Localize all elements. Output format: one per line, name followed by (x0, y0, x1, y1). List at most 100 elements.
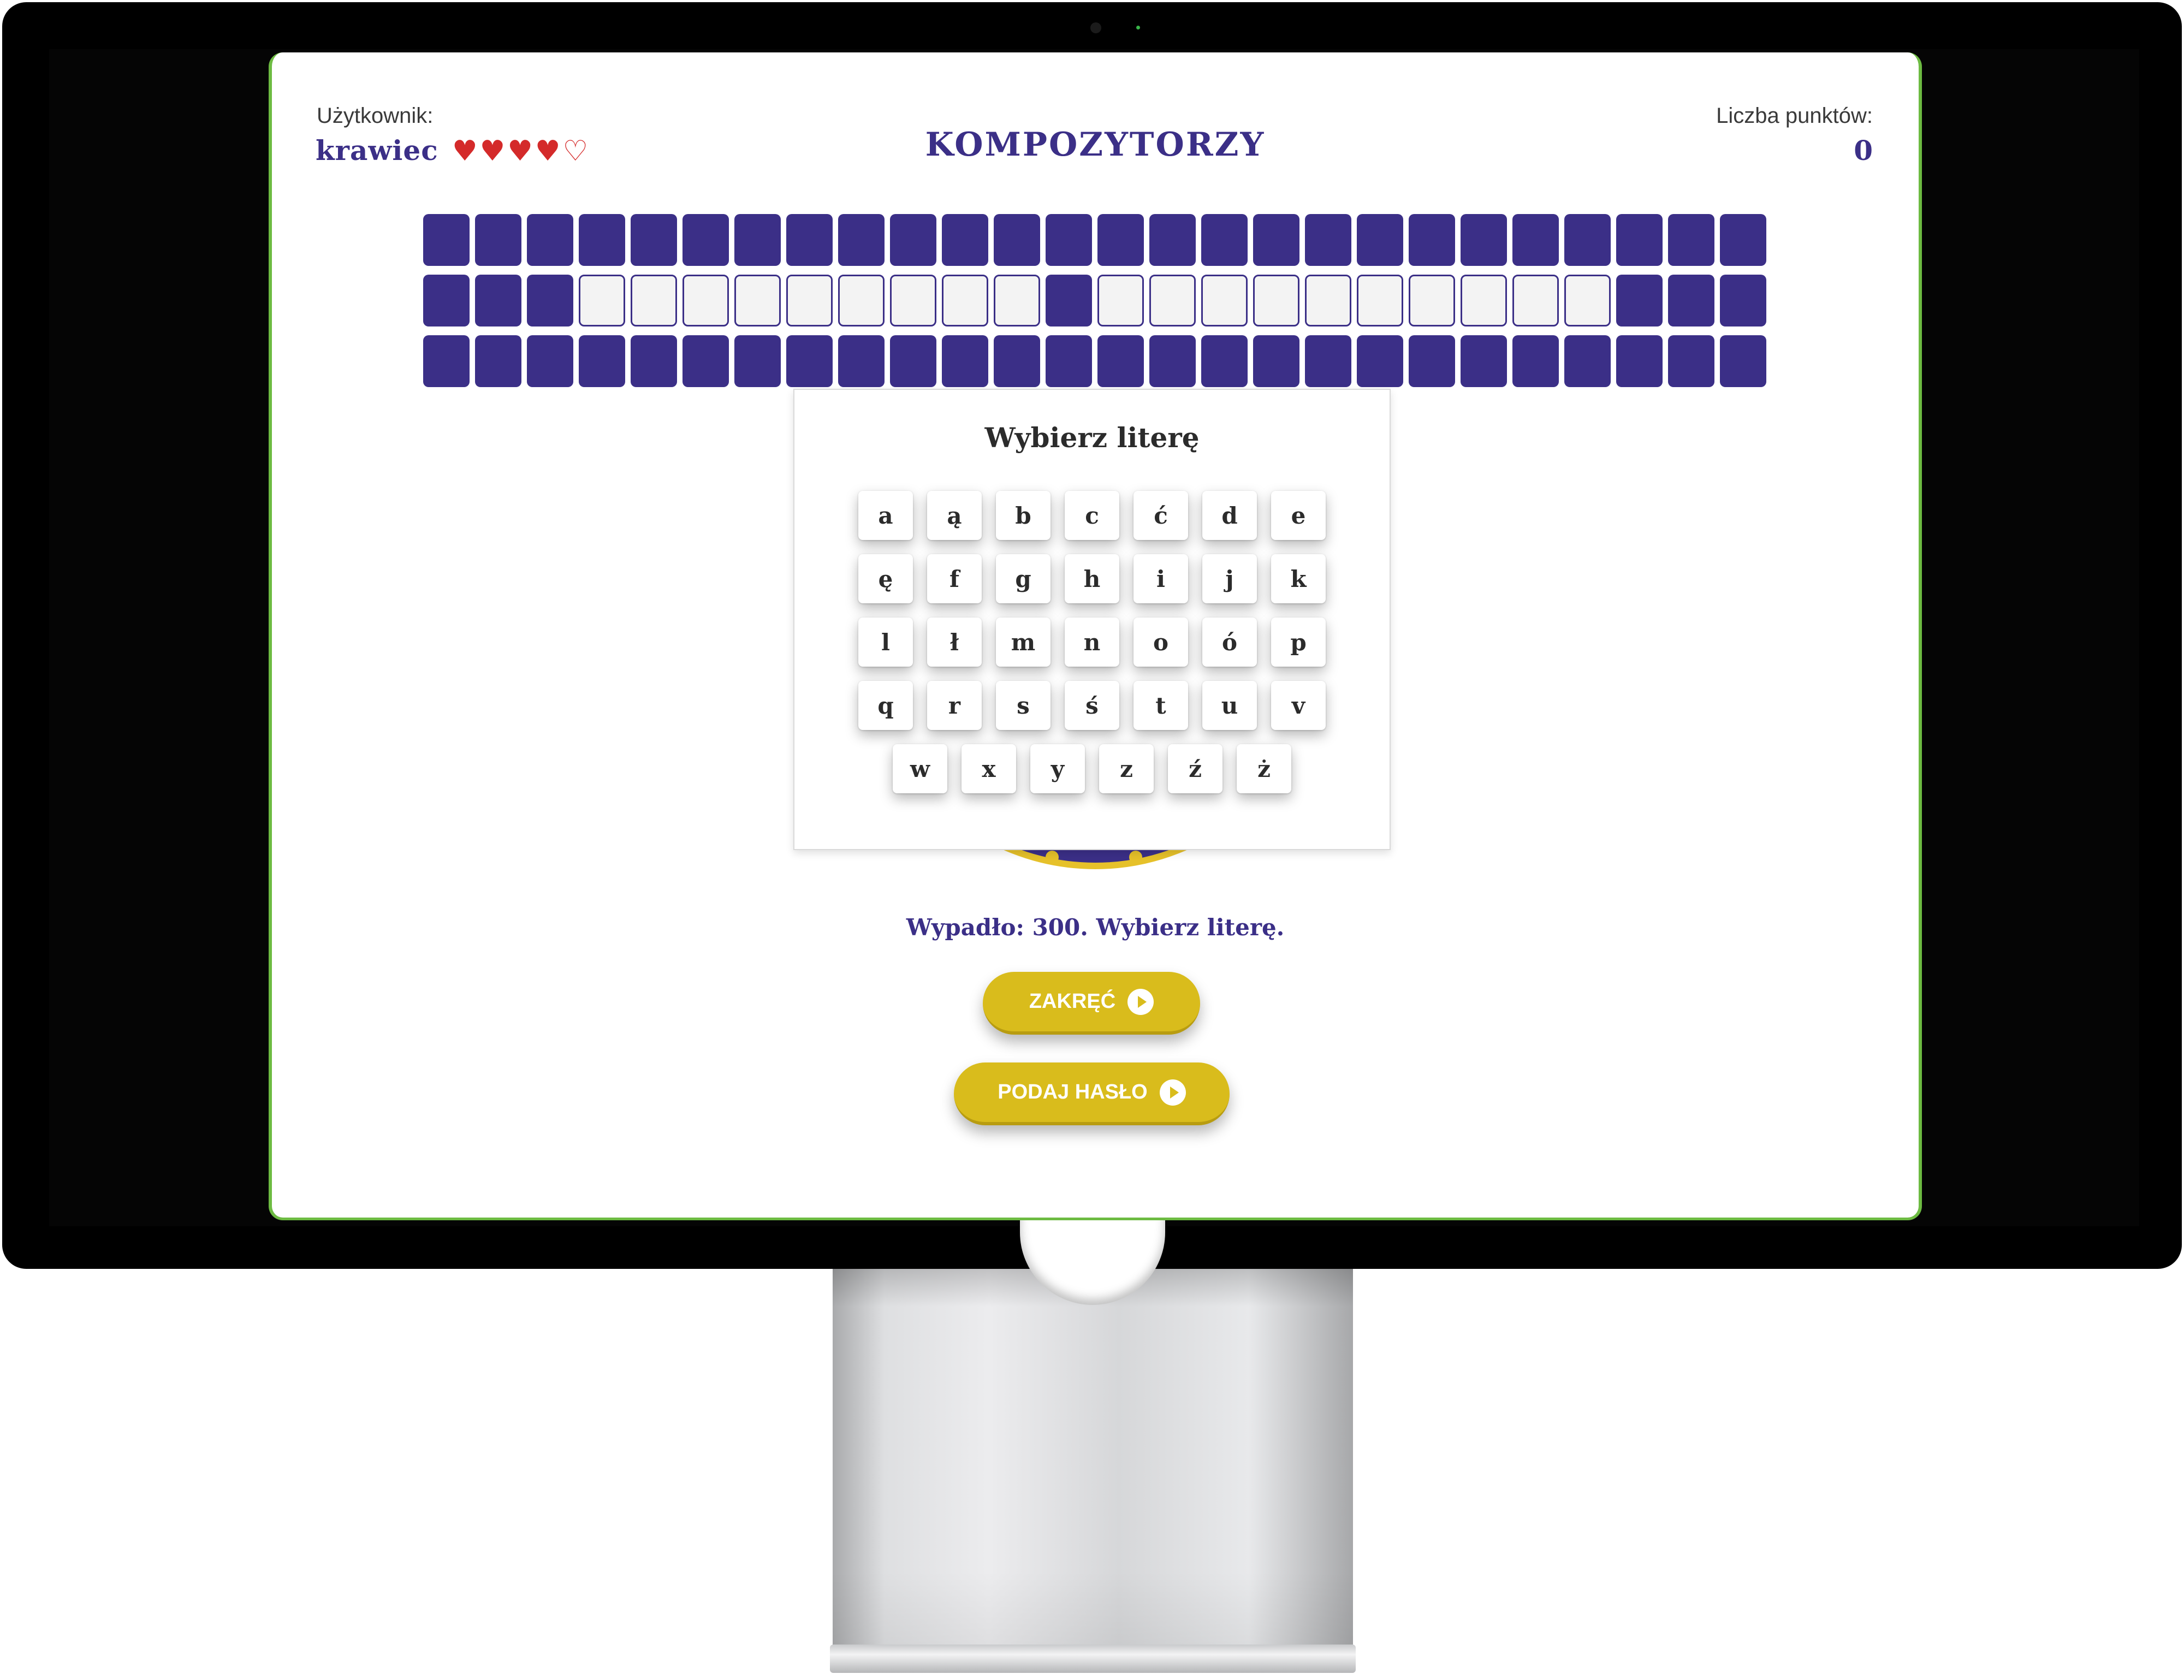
stage: Użytkownik: krawiec ♥ ♥ ♥ ♥ ♡ KOMPOZYTORZY L… (0, 0, 2184, 1680)
blank-tile (1720, 275, 1766, 326)
letter-key[interactable]: k (1271, 554, 1326, 603)
letter-key[interactable]: t (1133, 681, 1188, 730)
blank-tile (786, 335, 833, 387)
letter-tile (579, 275, 625, 326)
letter-key[interactable]: o (1133, 618, 1188, 667)
letter-key[interactable]: ó (1202, 618, 1257, 667)
blank-tile (838, 335, 885, 387)
letter-key[interactable]: c (1065, 491, 1119, 540)
blank-tile (1046, 275, 1092, 326)
letter-key[interactable]: q (858, 681, 913, 730)
letter-tile (1097, 275, 1144, 326)
blank-tile (1046, 335, 1092, 387)
wheel-peg (1046, 851, 1059, 864)
puzzle-board (423, 214, 1766, 387)
letter-key[interactable]: v (1271, 681, 1326, 730)
letter-key[interactable]: e (1271, 491, 1326, 540)
letter-key[interactable]: ź (1168, 744, 1222, 793)
blank-tile (1253, 214, 1299, 266)
blank-tile (942, 214, 988, 266)
wheel-peg (1129, 851, 1142, 864)
blank-tile (1357, 335, 1403, 387)
blank-tile (682, 335, 729, 387)
blank-tile (734, 214, 781, 266)
letter-key[interactable]: x (962, 744, 1016, 793)
blank-tile (631, 335, 677, 387)
letter-key[interactable]: h (1065, 554, 1119, 603)
letter-key[interactable]: g (996, 554, 1051, 603)
blank-tile (579, 214, 625, 266)
letter-key[interactable]: l (858, 618, 913, 667)
blank-tile (1461, 335, 1507, 387)
letter-tile (1409, 275, 1455, 326)
letter-key[interactable]: ę (858, 554, 913, 603)
letter-tile (1253, 275, 1299, 326)
letter-key[interactable]: z (1099, 744, 1154, 793)
blank-tile (890, 335, 936, 387)
blank-tile (1253, 335, 1299, 387)
blank-tile (1668, 275, 1714, 326)
points-value: 0 (1854, 134, 1873, 167)
blank-tile (942, 335, 988, 387)
blank-tile (1616, 214, 1663, 266)
letter-row: wxyzźż (794, 744, 1390, 793)
monitor-stand-shade (833, 1269, 1353, 1647)
letter-tile (1149, 275, 1196, 326)
letter-key[interactable]: i (1133, 554, 1188, 603)
blank-tile (423, 214, 470, 266)
letter-key[interactable]: f (927, 554, 982, 603)
blank-tile (786, 214, 833, 266)
blank-tile (1409, 335, 1455, 387)
spin-button[interactable]: ZAKRĘĆ (983, 972, 1200, 1035)
category-title: KOMPOZYTORZY (925, 126, 1266, 164)
blank-tile (423, 335, 470, 387)
blank-tile (475, 214, 521, 266)
points-label: Liczba punktów: (1716, 104, 1873, 128)
blank-tile (838, 214, 885, 266)
letter-row: ęfghijk (794, 554, 1390, 603)
camera-led-icon (1136, 26, 1140, 29)
letter-key[interactable]: d (1202, 491, 1257, 540)
letter-key[interactable]: b (996, 491, 1051, 540)
letter-key[interactable]: ł (927, 618, 982, 667)
letter-key[interactable]: a (858, 491, 913, 540)
play-circle-icon (1159, 1079, 1186, 1106)
blank-tile (1357, 214, 1403, 266)
blank-tile (1512, 214, 1559, 266)
blank-tile (1097, 335, 1144, 387)
letter-tile (942, 275, 988, 326)
blank-tile (1668, 214, 1714, 266)
play-circle-icon (1127, 988, 1154, 1015)
blank-tile (1461, 214, 1507, 266)
blank-tile (1201, 214, 1248, 266)
blank-tile (1720, 335, 1766, 387)
blank-tile (527, 335, 573, 387)
letter-tile (786, 275, 833, 326)
blank-tile (734, 335, 781, 387)
letter-row: aąbcćde (794, 491, 1390, 540)
letter-tile (1461, 275, 1507, 326)
letter-key[interactable]: ż (1237, 744, 1291, 793)
letter-key[interactable]: w (893, 744, 947, 793)
guess-phrase-button[interactable]: PODAJ HASŁO (954, 1062, 1230, 1125)
letter-key[interactable]: r (927, 681, 982, 730)
user-label: Użytkownik: (317, 104, 434, 128)
letter-tile (734, 275, 781, 326)
blank-tile (1409, 214, 1455, 266)
letter-key[interactable]: u (1202, 681, 1257, 730)
letter-tile (994, 275, 1040, 326)
blank-tile (579, 335, 625, 387)
blank-tile (890, 214, 936, 266)
letter-key[interactable]: s (996, 681, 1051, 730)
letter-key[interactable]: m (996, 618, 1051, 667)
blank-tile (423, 275, 470, 326)
letter-key[interactable]: ś (1065, 681, 1119, 730)
letter-key[interactable]: y (1030, 744, 1085, 793)
letter-tile (1201, 275, 1248, 326)
letter-key[interactable]: ą (927, 491, 982, 540)
letter-key[interactable]: n (1065, 618, 1119, 667)
letter-key[interactable]: ć (1133, 491, 1188, 540)
letter-tile (631, 275, 677, 326)
letter-key[interactable]: p (1271, 618, 1326, 667)
letter-key[interactable]: j (1202, 554, 1257, 603)
